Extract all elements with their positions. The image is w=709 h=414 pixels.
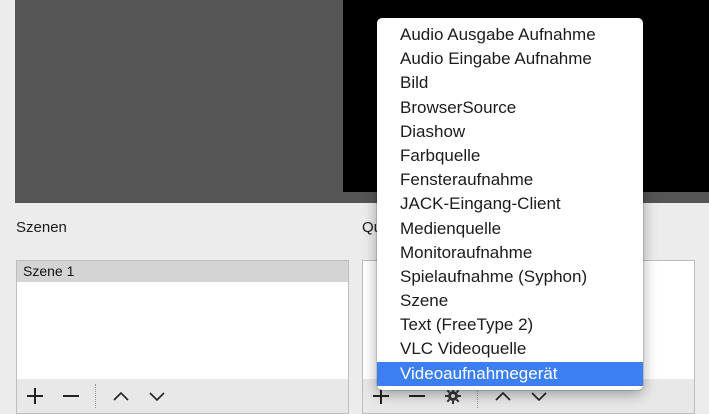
chevron-up-icon — [495, 391, 511, 401]
minus-icon — [63, 395, 79, 397]
move-scene-down-button[interactable] — [139, 381, 175, 411]
menu-item-color-source[interactable]: Farbquelle — [377, 144, 643, 168]
chevron-down-icon — [531, 392, 547, 402]
scenes-dock-title: Szenen — [16, 219, 67, 236]
move-scene-up-button[interactable] — [103, 381, 139, 411]
menu-item-vlc-video-source[interactable]: VLC Videoquelle — [377, 337, 643, 361]
menu-item-audio-output-capture[interactable]: Audio Ausgabe Aufnahme — [377, 23, 643, 47]
add-source-menu: Audio Ausgabe Aufnahme Audio Eingabe Auf… — [377, 18, 643, 390]
menu-item-scene[interactable]: Szene — [377, 289, 643, 313]
add-scene-button[interactable] — [17, 381, 53, 411]
menu-item-text-freetype2[interactable]: Text (FreeType 2) — [377, 313, 643, 337]
menu-item-browser-source[interactable]: BrowserSource — [377, 96, 643, 120]
remove-scene-button[interactable] — [53, 381, 89, 411]
chevron-up-icon — [113, 391, 129, 401]
menu-item-display-capture[interactable]: Monitoraufnahme — [377, 241, 643, 265]
menu-item-media-source[interactable]: Medienquelle — [377, 217, 643, 241]
window-edge — [0, 0, 15, 413]
scene-item[interactable]: Szene 1 — [17, 261, 348, 282]
menu-item-window-capture[interactable]: Fensteraufnahme — [377, 168, 643, 192]
menu-item-image[interactable]: Bild — [377, 71, 643, 95]
menu-item-jack-input-client[interactable]: JACK-Eingang-Client — [377, 192, 643, 216]
menu-item-slideshow[interactable]: Diashow — [377, 120, 643, 144]
toolbar-separator — [95, 384, 97, 408]
scenes-toolbar — [16, 379, 349, 414]
chevron-down-icon — [149, 392, 165, 402]
menu-item-game-capture-syphon[interactable]: Spielaufnahme (Syphon) — [377, 265, 643, 289]
scenes-list[interactable]: Szene 1 — [16, 260, 349, 380]
plus-icon — [27, 388, 43, 404]
menu-item-audio-input-capture[interactable]: Audio Eingabe Aufnahme — [377, 47, 643, 71]
menu-item-video-capture-device[interactable]: Videoaufnahmegerät — [377, 361, 643, 386]
